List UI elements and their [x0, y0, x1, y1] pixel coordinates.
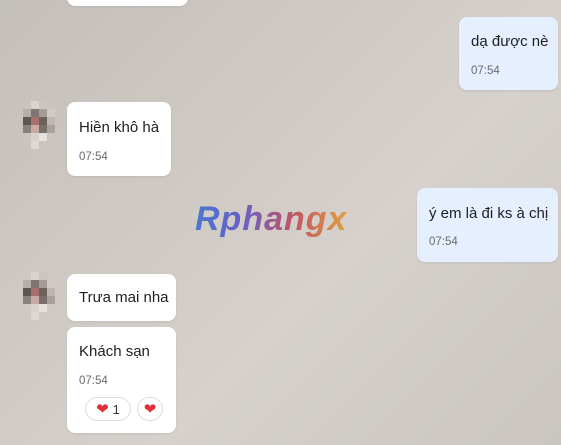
message-time: 07:54 — [471, 65, 500, 77]
watermark-logo: Rphangx — [195, 200, 348, 238]
heart-icon: ❤ — [96, 400, 109, 418]
reaction-summary[interactable]: ❤ 1 — [85, 397, 131, 421]
outgoing-message-bubble[interactable]: ý em là đi ks à chị 07:54 — [417, 188, 558, 262]
incoming-message-bubble[interactable]: Trưa mai nha — [67, 274, 176, 321]
message-text: Khách sạn — [79, 343, 150, 360]
message-time: 07:54 — [79, 151, 108, 163]
message-text: dạ được nè — [471, 33, 549, 50]
incoming-message-bubble[interactable]: Hiền khô hà 07:54 — [67, 102, 171, 176]
message-text: ý em là đi ks à chị — [429, 205, 549, 222]
heart-icon: ❤ — [143, 400, 157, 418]
message-time: 07:54 — [429, 236, 458, 248]
partial-message-bubble — [67, 0, 188, 6]
message-time: 07:54 — [79, 375, 108, 387]
add-reaction-button[interactable]: ❤ — [137, 397, 163, 421]
reaction-count: 1 — [112, 401, 120, 417]
contact-avatar[interactable] — [23, 272, 55, 320]
outgoing-message-bubble[interactable]: dạ được nè 07:54 — [459, 17, 558, 90]
contact-avatar[interactable] — [23, 101, 55, 149]
message-text: Hiền khô hà — [79, 119, 160, 136]
message-text: Trưa mai nha — [79, 289, 169, 306]
